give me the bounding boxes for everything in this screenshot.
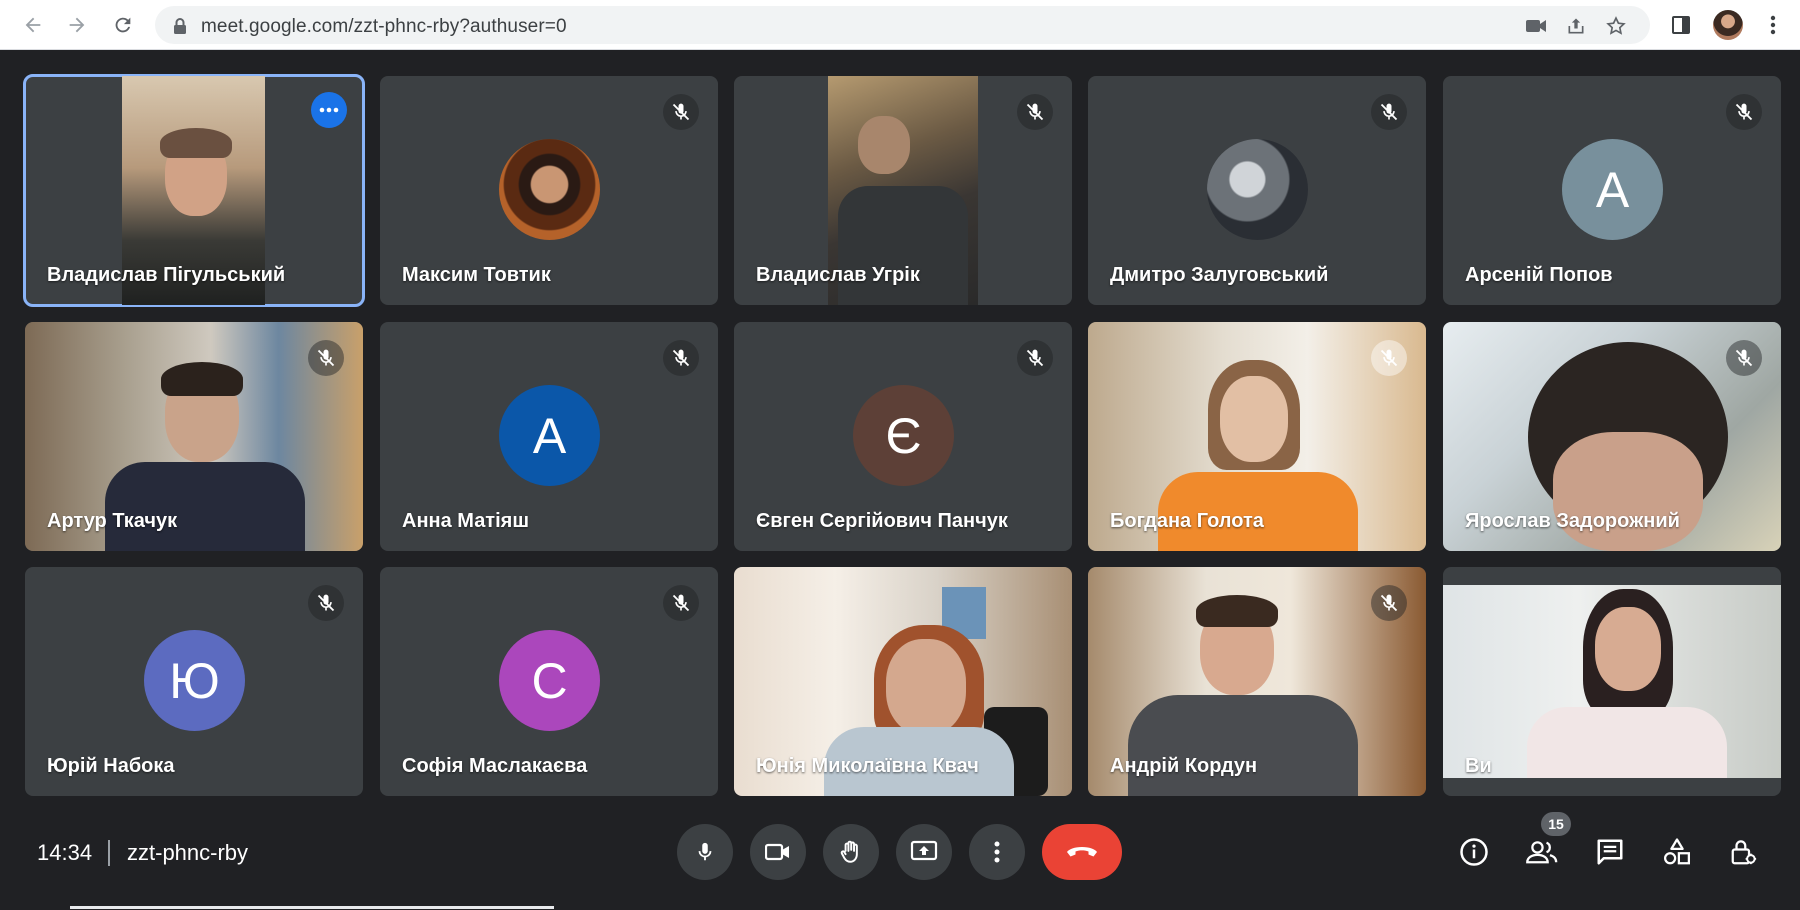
reload-icon[interactable] <box>110 12 136 38</box>
raise-hand-button[interactable] <box>823 824 879 880</box>
star-icon[interactable] <box>1605 15 1627 37</box>
info-icon <box>1460 838 1488 866</box>
browser-toolbar: meet.google.com/zzt-phnc-rby?authuser=0 <box>0 0 1800 50</box>
divider <box>108 840 110 866</box>
mic-off-icon <box>663 585 699 621</box>
participant-tile[interactable]: Ви <box>1443 567 1781 796</box>
participant-tile[interactable]: А Анна Матіяш <box>380 322 718 551</box>
mic-off-icon <box>1371 94 1407 130</box>
participant-name: Артур Ткачук <box>47 510 178 532</box>
meeting-controls-bar: 14:34 zzt-phnc-rby 15 <box>0 800 1800 910</box>
participant-letter-avatar: С <box>499 630 600 731</box>
avatar-letter: А <box>1595 161 1630 218</box>
participant-name: Арсеній Попов <box>1465 264 1613 286</box>
participant-tile[interactable]: Дмитро Залуговський <box>1088 76 1426 305</box>
end-call-button[interactable] <box>1042 824 1122 880</box>
participant-name: Анна Матіяш <box>402 510 530 532</box>
participant-tile[interactable]: Максим Товтик <box>380 76 718 305</box>
mic-off-icon <box>1726 340 1762 376</box>
url-text[interactable]: meet.google.com/zzt-phnc-rby?authuser=0 <box>201 16 567 38</box>
participant-name: Владислав Пігульський <box>47 264 286 286</box>
camera-button[interactable] <box>750 824 806 880</box>
participant-name: Богдана Голота <box>1110 510 1264 532</box>
mic-off-icon <box>1017 94 1053 130</box>
participant-tile[interactable]: А Арсеній Попов <box>1443 76 1781 305</box>
mic-off-icon <box>663 340 699 376</box>
participant-tile[interactable]: Артур Ткачук <box>25 322 363 551</box>
profile-avatar[interactable] <box>1713 10 1743 40</box>
participant-tile[interactable]: Владислав Угрік <box>734 76 1072 305</box>
meeting-code: zzt-phnc-rby <box>127 840 249 865</box>
avatar-letter: Є <box>885 407 922 464</box>
participant-name: Ви <box>1465 755 1492 777</box>
chat-icon <box>1597 839 1623 865</box>
forward-icon[interactable] <box>64 12 90 38</box>
participant-letter-avatar: А <box>1562 139 1663 240</box>
host-controls-button[interactable] <box>1720 828 1768 876</box>
more-options-icon[interactable] <box>311 92 347 128</box>
participant-tile[interactable]: С Софія Маслакаєва <box>380 567 718 796</box>
more-vert-icon <box>994 841 1000 863</box>
participant-avatar <box>499 139 600 240</box>
camera-icon <box>765 843 789 861</box>
host-controls-icon <box>1731 840 1757 865</box>
participant-name: Владислав Угрік <box>756 264 920 286</box>
present-button[interactable] <box>896 824 952 880</box>
end-call-icon <box>1067 847 1097 857</box>
participant-letter-avatar: Ю <box>144 630 245 731</box>
address-bar[interactable]: meet.google.com/zzt-phnc-rby?authuser=0 <box>155 6 1650 44</box>
participant-name: Софія Маслакаєва <box>402 755 588 777</box>
participant-letter-avatar: Є <box>853 385 954 486</box>
lock-icon[interactable] <box>169 15 191 37</box>
avatar-letter: Ю <box>169 652 220 709</box>
participant-name: Юрій Набока <box>47 755 175 777</box>
mic-off-icon <box>1726 94 1762 130</box>
activities-icon <box>1664 838 1690 865</box>
participant-name: Юнія Миколаївна Квач <box>756 755 979 777</box>
mic-off-icon <box>1371 340 1407 376</box>
participant-name: Ярослав Задорожний <box>1465 510 1680 532</box>
participant-name: Євген Сергійович Панчук <box>756 510 1008 532</box>
avatar-letter: С <box>531 652 568 709</box>
participant-avatar <box>1207 139 1308 240</box>
participant-name: Максим Товтик <box>402 264 551 286</box>
mic-icon <box>698 842 712 861</box>
mic-off-icon <box>308 340 344 376</box>
participant-tile[interactable]: Богдана Голота <box>1088 322 1426 551</box>
info-button[interactable] <box>1450 828 1498 876</box>
people-button[interactable] <box>1518 828 1566 876</box>
participant-tile[interactable]: Є Євген Сергійович Панчук <box>734 322 1072 551</box>
participant-letter-avatar: А <box>499 385 600 486</box>
more-vert-button[interactable] <box>969 824 1025 880</box>
mic-off-icon <box>308 585 344 621</box>
participant-tile[interactable]: Андрій Кордун <box>1088 567 1426 796</box>
side-panel-icon[interactable] <box>1668 12 1694 38</box>
present-icon <box>910 840 938 861</box>
back-icon[interactable] <box>20 12 46 38</box>
mic-off-icon <box>1017 340 1053 376</box>
mic-button[interactable] <box>677 824 733 880</box>
people-icon <box>1526 841 1558 864</box>
activities-button[interactable] <box>1653 828 1701 876</box>
kebab-menu-icon[interactable] <box>1760 12 1786 38</box>
meeting-clock: 14:34 <box>37 840 93 865</box>
mic-off-icon <box>663 94 699 130</box>
raise-hand-icon <box>840 840 858 863</box>
camera-blocked-icon[interactable] <box>1525 15 1547 37</box>
avatar-letter: А <box>532 407 567 464</box>
participant-tile[interactable]: Ярослав Задорожний <box>1443 322 1781 551</box>
share-icon[interactable] <box>1565 15 1587 37</box>
chat-button[interactable] <box>1586 828 1634 876</box>
mic-off-icon <box>1371 585 1407 621</box>
participant-name: Андрій Кордун <box>1110 755 1258 777</box>
participant-tile[interactable]: Юнія Миколаївна Квач <box>734 567 1072 796</box>
bottom-scroll-strip <box>70 906 554 909</box>
participant-name: Дмитро Залуговський <box>1110 264 1329 286</box>
participant-tile[interactable]: Ю Юрій Набока <box>25 567 363 796</box>
participant-tile[interactable]: Владислав Пігульський <box>23 74 365 307</box>
participant-video <box>1443 585 1781 778</box>
